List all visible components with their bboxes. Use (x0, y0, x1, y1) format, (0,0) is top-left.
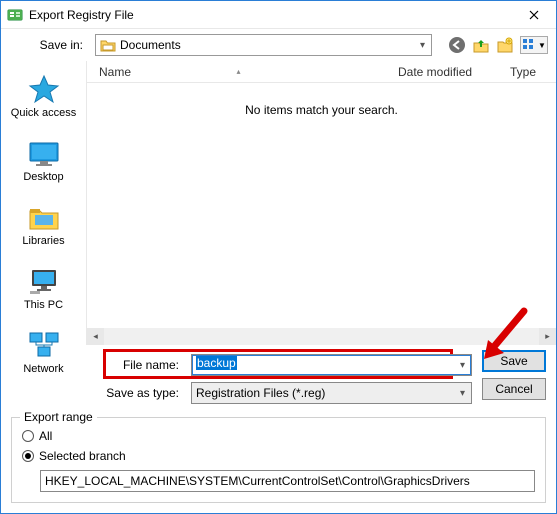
close-button[interactable] (512, 1, 556, 28)
radio-selected-branch[interactable]: Selected branch (22, 446, 535, 466)
close-icon (529, 10, 539, 20)
window-title: Export Registry File (29, 8, 512, 22)
chevron-down-icon: ▾ (460, 388, 465, 399)
save-in-value: Documents (120, 38, 181, 52)
cancel-button[interactable]: Cancel (482, 378, 546, 400)
new-folder-button[interactable] (496, 36, 514, 54)
save-in-label: Save in: (9, 38, 89, 52)
back-icon (448, 36, 466, 54)
chevron-down-icon: ▼ (538, 41, 546, 50)
save-in-dropdown[interactable]: Documents ▾ (95, 34, 432, 56)
export-range-group: Export range All Selected branch HKEY_LO… (11, 417, 546, 503)
regedit-icon (7, 7, 23, 23)
filename-label: File name: (1, 358, 185, 372)
save-in-toolbar: Save in: Documents ▾ ▼ (1, 29, 556, 61)
horizontal-scrollbar[interactable]: ◂ ▸ (87, 328, 556, 345)
empty-message: No items match your search. (87, 83, 556, 328)
place-label: Quick access (11, 107, 76, 119)
column-headers: Name▴ Date modified Type (87, 61, 556, 83)
filename-combo[interactable]: backup ▾ (191, 354, 472, 376)
file-list-area: Name▴ Date modified Type No items match … (87, 61, 556, 345)
place-label: Libraries (22, 235, 64, 247)
view-menu-button[interactable]: ▼ (520, 36, 548, 54)
place-desktop[interactable]: Desktop (8, 133, 80, 187)
export-range-legend: Export range (20, 410, 97, 424)
column-type[interactable]: Type (498, 65, 556, 79)
filename-input[interactable]: backup (192, 355, 471, 375)
places-bar: Quick access Desktop Libraries This PC N… (1, 61, 87, 345)
radio-all-label: All (39, 429, 52, 443)
export-dialog: Export Registry File Save in: Documents … (0, 0, 557, 514)
view-grid-icon (522, 38, 536, 52)
save-button[interactable]: Save (482, 350, 546, 372)
scroll-left-button[interactable]: ◂ (87, 328, 104, 345)
column-date[interactable]: Date modified (386, 65, 498, 79)
back-button[interactable] (448, 36, 466, 54)
save-as-type-dropdown[interactable]: Registration Files (*.reg) ▾ (191, 382, 472, 404)
radio-all[interactable]: All (22, 426, 535, 446)
radio-selected-label: Selected branch (39, 449, 126, 463)
titlebar: Export Registry File (1, 1, 556, 29)
place-label: Desktop (23, 171, 63, 183)
form-section: File name: backup ▾ Save as type: Regist… (1, 345, 556, 413)
save-as-type-label: Save as type: (1, 386, 185, 400)
radio-icon (22, 430, 34, 442)
up-button[interactable] (472, 36, 490, 54)
place-label: This PC (24, 299, 63, 311)
browser-pane: Quick access Desktop Libraries This PC N… (1, 61, 556, 345)
branch-path-input[interactable]: HKEY_LOCAL_MACHINE\SYSTEM\CurrentControl… (40, 470, 535, 492)
up-one-level-icon (472, 36, 490, 54)
sort-asc-icon: ▴ (237, 67, 241, 76)
scroll-right-button[interactable]: ▸ (539, 328, 556, 345)
place-quick-access[interactable]: Quick access (8, 69, 80, 123)
chevron-down-icon: ▾ (420, 40, 425, 51)
place-this-pc[interactable]: This PC (8, 261, 80, 315)
chevron-down-icon: ▾ (460, 360, 465, 371)
folder-icon (100, 37, 116, 53)
save-as-type-value: Registration Files (*.reg) (196, 386, 325, 400)
column-name[interactable]: Name▴ (87, 65, 386, 79)
new-folder-icon (496, 36, 514, 54)
radio-checked-icon (22, 450, 34, 462)
place-libraries[interactable]: Libraries (8, 197, 80, 251)
toolbar-buttons: ▼ (448, 36, 548, 54)
